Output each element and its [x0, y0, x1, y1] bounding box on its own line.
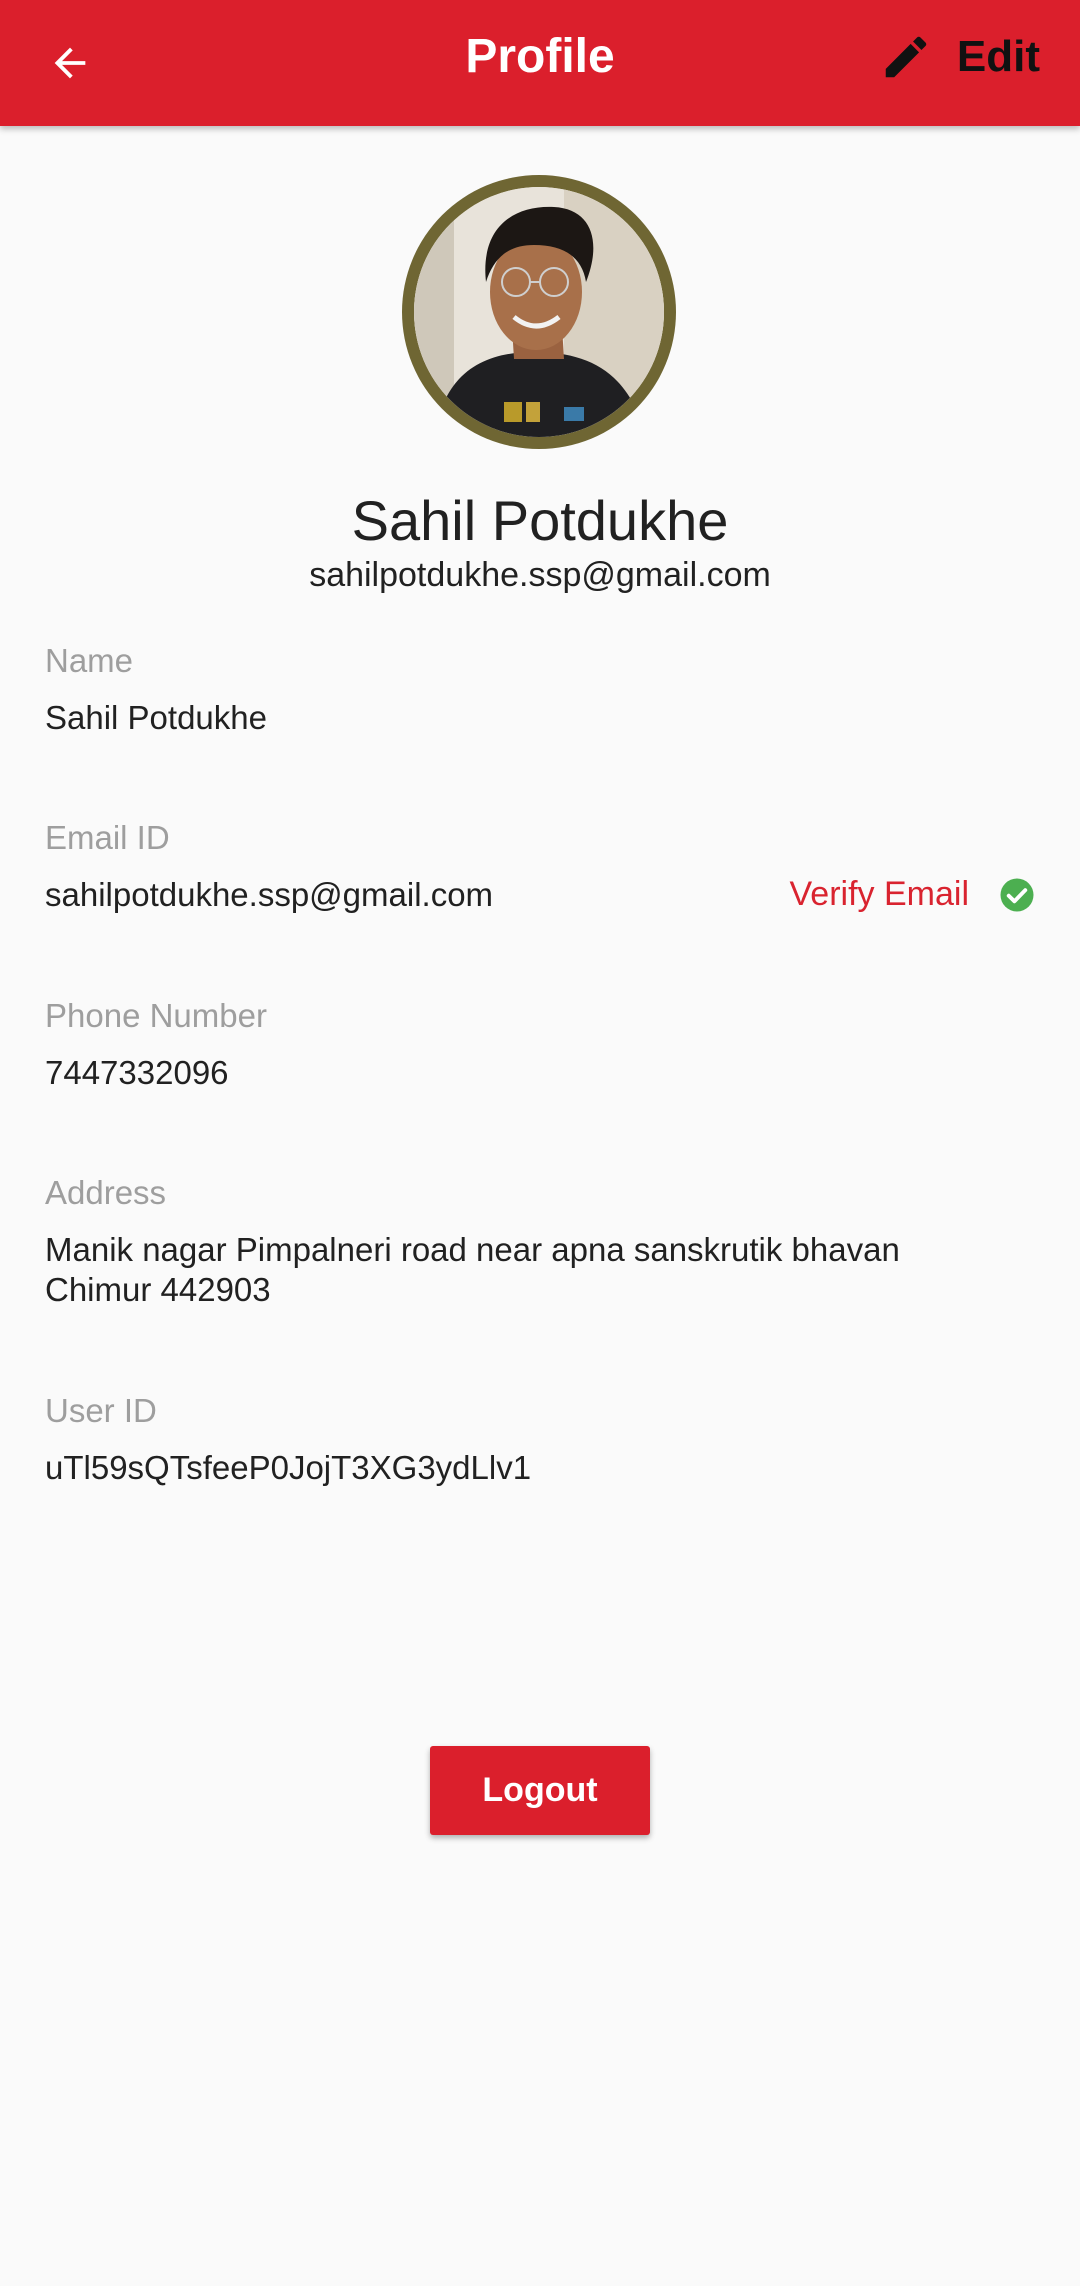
address-line-2: Chimur 442903	[45, 1271, 271, 1308]
edit-label: Edit	[956, 32, 1040, 81]
verify-email-label: Verify Email	[789, 875, 970, 913]
user-id-label: User ID	[45, 1392, 157, 1429]
avatar[interactable]	[402, 175, 676, 449]
address-field: Address Manik nagar Pimpalneri road near…	[45, 1173, 1035, 1310]
edit-button[interactable]: Edit	[879, 22, 1040, 92]
address-line-1: Manik nagar Pimpalneri road near apna sa…	[45, 1231, 900, 1268]
phone-value: 7447332096	[45, 1054, 229, 1091]
profile-email: sahilpotdukhe.ssp@gmail.com	[309, 556, 771, 594]
address-value: Manik nagar Pimpalneri road near apna sa…	[45, 1230, 1035, 1310]
check-circle-icon	[999, 877, 1035, 913]
user-id-value: uTl59sQTsfeeP0JojT3XG3ydLlv1	[45, 1449, 532, 1486]
name-label: Name	[45, 642, 134, 679]
name-value: Sahil Potdukhe	[45, 699, 267, 736]
pencil-icon	[879, 30, 933, 84]
user-id-field: User ID uTl59sQTsfeeP0JojT3XG3ydLlv1	[45, 1391, 1035, 1488]
verify-email-button[interactable]: Verify Email	[790, 875, 1036, 914]
arrow-back-icon	[47, 40, 93, 86]
profile-photo	[414, 187, 664, 437]
logout-button[interactable]: Logout	[430, 1746, 650, 1835]
email-field: Email ID sahilpotdukhe.ssp@gmail.com Ver…	[45, 818, 1035, 915]
back-button[interactable]	[30, 23, 110, 103]
phone-label: Phone Number	[45, 997, 267, 1034]
name-field: Name Sahil Potdukhe	[45, 641, 1035, 738]
app-bar: Profile Edit	[0, 0, 1080, 126]
address-label: Address	[45, 1174, 167, 1211]
profile-name: Sahil Potdukhe	[351, 489, 729, 552]
phone-field: Phone Number 7447332096	[45, 996, 1035, 1093]
email-label: Email ID	[45, 819, 170, 856]
